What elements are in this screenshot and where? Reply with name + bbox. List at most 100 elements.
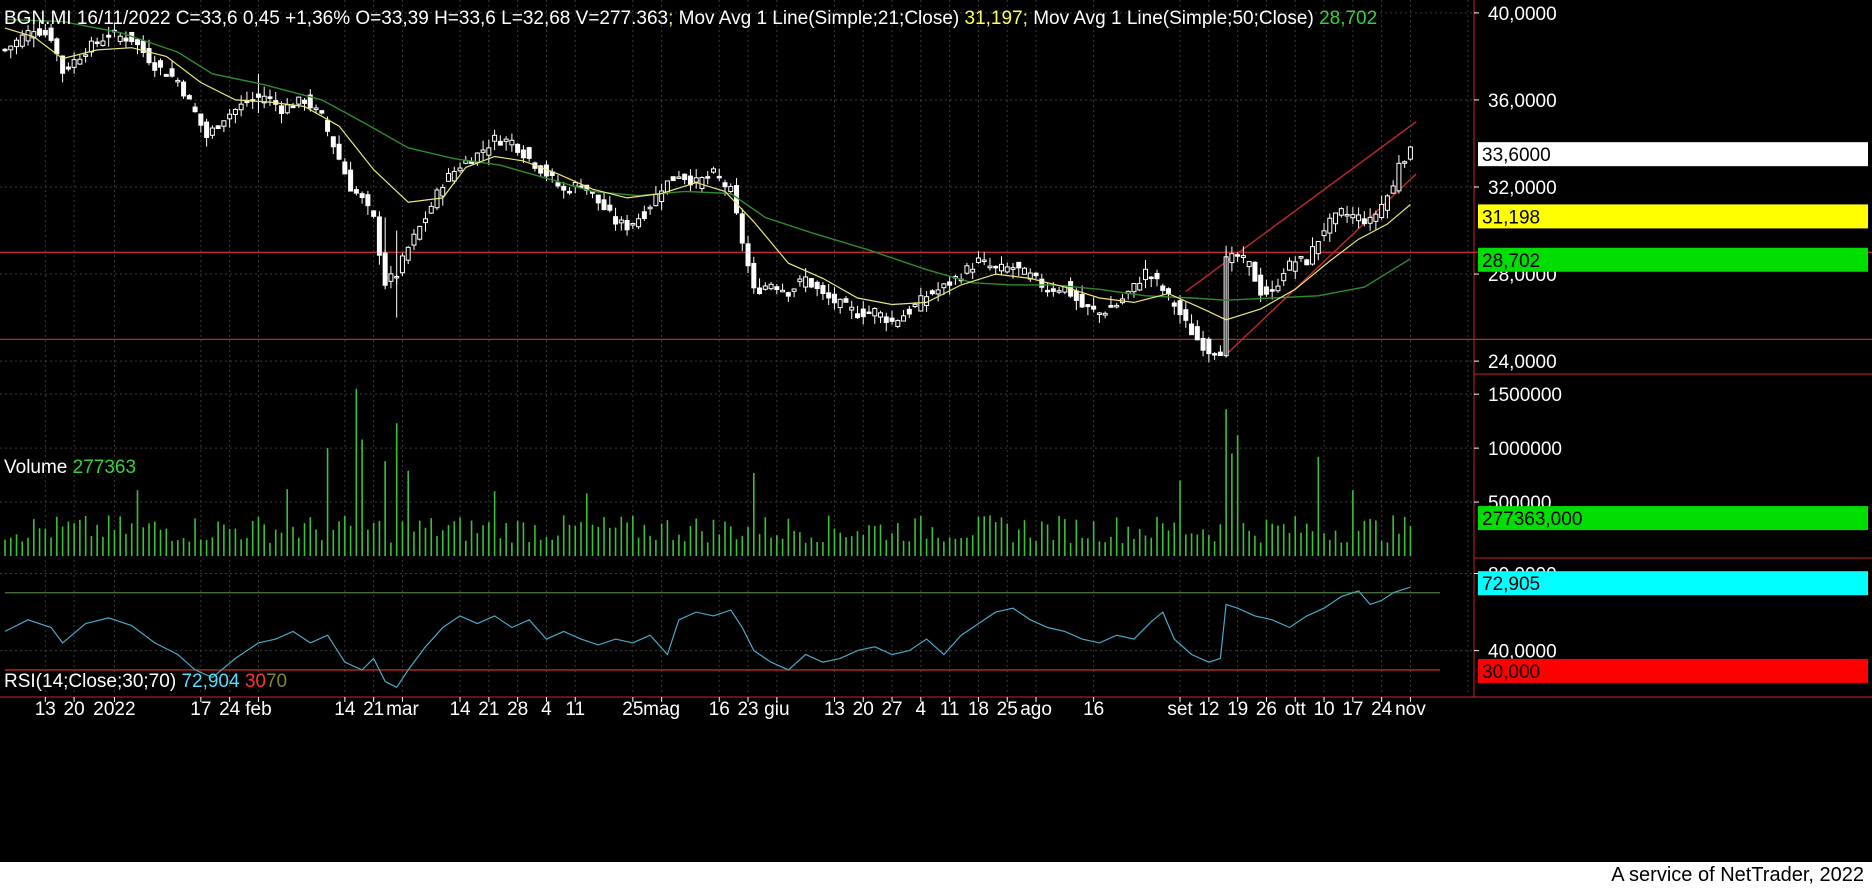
netTrader-chart[interactable]: 40,000036,000032,000028,000024,000015000… [0, 0, 1872, 888]
candle-body [1338, 208, 1344, 216]
footer-strip [0, 862, 1872, 888]
ma21-legend-number: 31,197 [965, 8, 1023, 29]
candle-body [1206, 338, 1212, 355]
candle-body [1073, 290, 1079, 301]
time-axis-label: 17 [190, 699, 211, 720]
time-axis-label: 14 [449, 699, 471, 720]
candle-body [342, 161, 348, 175]
candle-body [365, 194, 371, 207]
chart-background [0, 0, 1872, 888]
time-axis-label: 25 [622, 699, 643, 720]
candle-body [797, 278, 803, 283]
candle-body [8, 45, 14, 51]
candle-body [1333, 212, 1339, 225]
candle-body [595, 194, 601, 204]
candle-body [728, 185, 734, 193]
candle-body [1275, 285, 1281, 292]
candle-body [284, 104, 290, 114]
candle-body [1356, 214, 1362, 222]
candle-body [860, 308, 866, 318]
candle-body [1217, 351, 1223, 357]
time-axis-label: 14 [334, 699, 356, 720]
candle-body [1252, 261, 1258, 282]
time-axis-label: 16 [709, 699, 730, 720]
candle-body [330, 136, 336, 148]
candle-body [65, 66, 71, 70]
price-header: BGN.MI 16/11/2022 C=33,6 0,45 +1,36% O=3… [4, 8, 1377, 29]
time-axis-label: mar [386, 699, 419, 720]
volume-header-label: Volume [4, 457, 67, 478]
volume-axis-label: 1500000 [1488, 385, 1562, 406]
candle-body [676, 176, 682, 179]
candle-body [751, 262, 757, 289]
candle-body [515, 143, 521, 153]
candle-body [175, 79, 181, 83]
rsi-header-low: 30 [245, 671, 266, 692]
ma21-badge-text: 31,198 [1482, 207, 1540, 228]
candle-body [774, 286, 780, 290]
candle-body [981, 259, 987, 263]
time-axis-label: 4 [916, 699, 927, 720]
candle-body [1010, 267, 1016, 270]
candle-body [1258, 274, 1264, 296]
candle-body [215, 125, 221, 129]
candle-body [555, 182, 561, 187]
candle-body [739, 213, 745, 244]
candle-body [929, 290, 935, 295]
candle-body [613, 216, 619, 225]
candle-body [1114, 304, 1120, 308]
candle-body [106, 34, 112, 38]
candle-body [1033, 272, 1039, 277]
candle-body [866, 311, 872, 315]
candle-body [480, 149, 486, 153]
ma50-badge-text: 28,702 [1482, 251, 1540, 272]
candle-body [14, 39, 20, 48]
candle-body [411, 233, 417, 246]
candle-body [319, 110, 325, 114]
candle-body [1344, 213, 1350, 217]
candle-body [94, 41, 100, 45]
time-axis-label: ago [1020, 699, 1052, 720]
time-axis-label: 21 [478, 699, 499, 720]
candle-body [964, 265, 970, 274]
candle-body [1171, 302, 1177, 307]
candle-body [348, 169, 354, 192]
candle-body [227, 113, 233, 120]
candle-body [1304, 259, 1310, 266]
time-axis-label: 27 [881, 699, 902, 720]
candle-body [716, 175, 722, 179]
candle-body [618, 219, 624, 224]
time-axis-label: 20 [853, 699, 874, 720]
time-axis-label: feb [245, 699, 271, 720]
candle-body [1154, 272, 1160, 280]
time-axis-label: 11 [565, 699, 585, 720]
candle-body [83, 54, 89, 57]
candle-body [509, 139, 515, 146]
candle-body [906, 308, 912, 315]
candle-body [912, 303, 918, 308]
time-axis-label: 21 [363, 699, 384, 720]
candle-body [883, 316, 889, 323]
candle-body [313, 107, 319, 111]
candle-body [987, 265, 993, 269]
candle-body [566, 190, 572, 194]
time-axis-label: 25 [997, 699, 1018, 720]
candle-body [1166, 288, 1172, 294]
candle-body [1142, 268, 1148, 281]
time-axis-label: 28 [507, 699, 528, 720]
candle-body [520, 149, 526, 159]
candle-body [630, 223, 636, 226]
candle-body [636, 218, 642, 228]
candle-body [837, 298, 843, 309]
candle-body [37, 28, 43, 36]
candle-body [209, 127, 215, 136]
candle-body [1131, 283, 1137, 293]
candle-body [1096, 312, 1102, 316]
candle-body [780, 289, 786, 293]
candle-body [353, 189, 359, 194]
time-axis-label: 13 [824, 699, 845, 720]
candle-body [1384, 195, 1390, 211]
candle-body [722, 182, 728, 188]
candle-body [1315, 240, 1321, 255]
candle-body [941, 283, 947, 289]
